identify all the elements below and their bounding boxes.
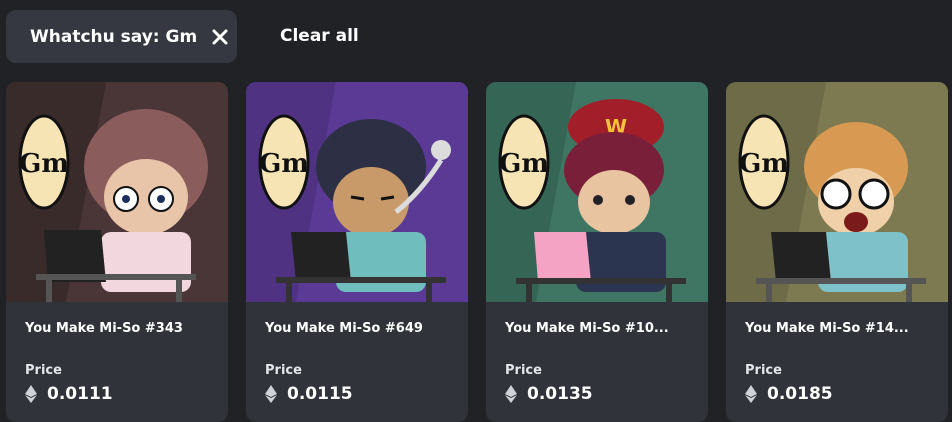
price-label: Price: [25, 363, 62, 378]
nft-card[interactable]: Gm W You Make Mi-So #10... Price 0.0135: [486, 82, 708, 422]
price-label: Price: [505, 363, 542, 378]
nft-artwork: Gm: [246, 82, 468, 302]
price-row: 0.0115: [265, 384, 353, 404]
ethereum-icon: [25, 385, 37, 403]
nft-artwork: Gm: [726, 82, 948, 302]
price-label: Price: [745, 363, 782, 378]
nft-name[interactable]: You Make Mi-So #10...: [505, 321, 695, 336]
price-value: 0.0135: [527, 384, 593, 404]
clear-all-button[interactable]: Clear all: [280, 26, 359, 46]
ethereum-icon: [505, 385, 517, 403]
price-label: Price: [265, 363, 302, 378]
svg-text:Gm: Gm: [19, 149, 69, 179]
ethereum-icon: [745, 385, 757, 403]
filter-chip-label: Whatchu say: Gm: [30, 26, 198, 47]
nft-artwork: Gm W: [486, 82, 708, 302]
ethereum-icon: [265, 385, 277, 403]
close-icon[interactable]: [211, 28, 229, 46]
svg-text:Gm: Gm: [499, 149, 549, 179]
price-value: 0.0111: [47, 384, 113, 404]
svg-text:Gm: Gm: [739, 149, 789, 179]
price-row: 0.0185: [745, 384, 833, 404]
nft-card[interactable]: Gm You Make Mi-So #14... Price 0.0185: [726, 82, 948, 422]
price-row: 0.0111: [25, 384, 113, 404]
price-value: 0.0185: [767, 384, 833, 404]
nft-name[interactable]: You Make Mi-So #343: [25, 321, 215, 336]
nft-artwork: Gm: [6, 82, 228, 302]
nft-card[interactable]: Gm You Make Mi-So #649 Price 0.0115: [246, 82, 468, 422]
filter-chip-gm[interactable]: Whatchu say: Gm: [6, 10, 237, 63]
nft-name[interactable]: You Make Mi-So #649: [265, 321, 455, 336]
price-row: 0.0135: [505, 384, 593, 404]
price-value: 0.0115: [287, 384, 353, 404]
nft-name[interactable]: You Make Mi-So #14...: [745, 321, 935, 336]
svg-text:Gm: Gm: [259, 149, 309, 179]
nft-card[interactable]: Gm You Make Mi-So #343 Price 0.0111: [6, 82, 228, 422]
